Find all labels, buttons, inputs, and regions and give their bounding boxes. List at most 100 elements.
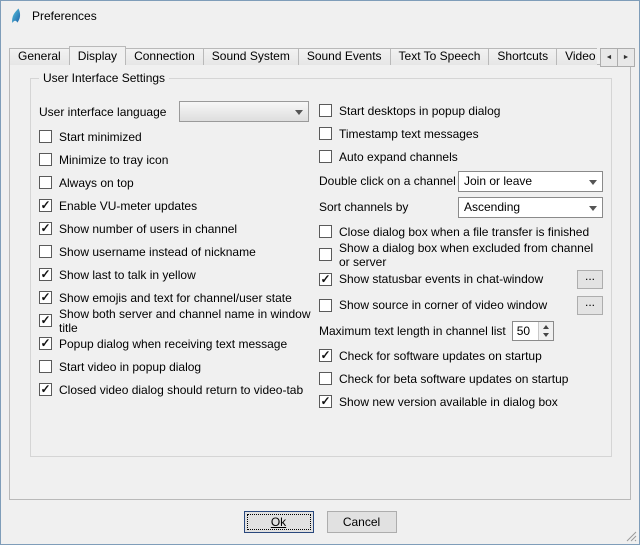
language-select[interactable] (179, 101, 309, 122)
checkbox-label: Show a dialog box when excluded from cha… (339, 241, 603, 269)
tab-shortcuts[interactable]: Shortcuts (488, 48, 557, 65)
user-interface-settings-group: User Interface Settings User interface l… (30, 78, 612, 457)
statusbar-events-browse-button[interactable]: ... (577, 270, 603, 289)
resize-grip[interactable] (625, 530, 638, 543)
sort-channels-select[interactable]: Ascending (458, 197, 603, 218)
checkbox-enable-vu-meter[interactable]: Enable VU-meter updates (39, 194, 311, 217)
checkbox-box (319, 349, 332, 362)
checkbox-box (39, 222, 52, 235)
checkbox-always-on-top[interactable]: Always on top (39, 171, 311, 194)
chevron-down-icon (589, 206, 597, 215)
cancel-button-label: Cancel (343, 515, 380, 529)
tab-display[interactable]: Display (69, 46, 126, 65)
tab-scroll-control: ◄ ► (601, 48, 635, 67)
checkbox-box (319, 150, 332, 163)
checkbox-label: Start desktops in popup dialog (339, 104, 500, 118)
title-bar: Preferences (1, 1, 639, 31)
checkbox-start-desktops-in-popup[interactable]: Start desktops in popup dialog (319, 99, 603, 122)
spinner-up-icon (543, 322, 549, 329)
tab-bar: General Display Connection Sound System … (9, 46, 597, 65)
checkbox-timestamp-text-messages[interactable]: Timestamp text messages (319, 122, 603, 145)
spinner-buttons (538, 322, 553, 340)
checkbox-box (39, 291, 52, 304)
checkbox-check-beta-updates[interactable]: Check for beta software updates on start… (319, 367, 603, 390)
checkbox-box (39, 337, 52, 350)
checkbox-label: Show last to talk in yellow (59, 268, 196, 282)
checkbox-start-video-in-popup[interactable]: Start video in popup dialog (39, 355, 311, 378)
tab-sound-events[interactable]: Sound Events (298, 48, 391, 65)
checkbox-box (319, 225, 332, 238)
checkbox-label: Popup dialog when receiving text message (59, 337, 287, 351)
spinner-down-icon (543, 333, 549, 340)
checkbox-auto-expand-channels[interactable]: Auto expand channels (319, 145, 603, 168)
checkbox-check-software-updates[interactable]: Check for software updates on startup (319, 344, 603, 367)
max-text-length-spinner[interactable]: 50 (512, 321, 554, 341)
checkbox-label: Show new version available in dialog box (339, 395, 558, 409)
app-icon (9, 8, 25, 24)
max-text-length-value: 50 (513, 322, 538, 340)
double-click-channel-value: Join or leave (464, 174, 532, 188)
checkbox-label: Show emojis and text for channel/user st… (59, 291, 292, 305)
checkbox-closed-video-return-video-tab[interactable]: Closed video dialog should return to vid… (39, 378, 311, 401)
checkbox-box (39, 153, 52, 166)
checkbox-box (319, 372, 332, 385)
display-tab-page: User Interface Settings User interface l… (9, 64, 631, 500)
sort-channels-row: Sort channels by Ascending (319, 194, 603, 220)
checkbox-label: Show statusbar events in chat-window (339, 272, 543, 286)
checkbox-show-new-version-dialog[interactable]: Show new version available in dialog box (319, 390, 603, 413)
checkbox-show-username-instead-nickname[interactable]: Show username instead of nickname (39, 240, 311, 263)
checkbox-show-last-to-talk[interactable]: Show last to talk in yellow (39, 263, 311, 286)
checkbox-start-minimized[interactable]: Start minimized (39, 125, 311, 148)
right-column: Start desktops in popup dialog Timestamp… (319, 99, 603, 413)
tab-connection[interactable]: Connection (125, 48, 204, 65)
checkbox-label: Always on top (59, 176, 134, 190)
tab-general[interactable]: General (9, 48, 70, 65)
spinner-down-button[interactable] (539, 331, 553, 340)
checkbox-show-number-of-users[interactable]: Show number of users in channel (39, 217, 311, 240)
video-source-row: Show source in corner of video window ..… (319, 292, 603, 318)
checkbox-statusbar-events[interactable]: Show statusbar events in chat-window (319, 272, 543, 286)
checkbox-label: Show both server and channel name in win… (59, 307, 311, 335)
cancel-button[interactable]: Cancel (327, 511, 397, 533)
tab-scroll-right-button[interactable]: ► (617, 48, 635, 67)
checkbox-label: Auto expand channels (339, 150, 458, 164)
checkbox-box (319, 273, 332, 286)
checkbox-label: Show username instead of nickname (59, 245, 256, 259)
tab-scroll-left-button[interactable]: ◄ (600, 48, 618, 67)
checkbox-box (319, 104, 332, 117)
checkbox-box (39, 199, 52, 212)
checkbox-box (39, 314, 52, 327)
group-title: User Interface Settings (39, 71, 169, 85)
checkbox-label: Show source in corner of video window (339, 298, 547, 312)
double-click-channel-select[interactable]: Join or leave (458, 171, 603, 192)
checkbox-box (39, 176, 52, 189)
language-label: User interface language (39, 105, 179, 119)
checkbox-box (319, 299, 332, 312)
window-title: Preferences (32, 9, 97, 23)
max-text-length-row: Maximum text length in channel list 50 (319, 318, 603, 344)
chevron-down-icon (589, 180, 597, 189)
checkbox-minimize-to-tray[interactable]: Minimize to tray icon (39, 148, 311, 171)
tab-sound-system[interactable]: Sound System (203, 48, 299, 65)
checkbox-popup-dialog-text-message[interactable]: Popup dialog when receiving text message (39, 332, 311, 355)
checkbox-show-dialog-when-excluded[interactable]: Show a dialog box when excluded from cha… (319, 243, 603, 266)
video-source-browse-button[interactable]: ... (577, 296, 603, 315)
tab-text-to-speech[interactable]: Text To Speech (390, 48, 490, 65)
checkbox-show-source-video-window[interactable]: Show source in corner of video window (319, 298, 547, 312)
checkbox-show-server-and-channel-in-title[interactable]: Show both server and channel name in win… (39, 309, 311, 332)
tab-video[interactable]: Video (556, 48, 597, 65)
ok-button-label: Ok (271, 515, 286, 529)
checkbox-label: Close dialog box when a file transfer is… (339, 225, 589, 239)
checkbox-label: Show number of users in channel (59, 222, 237, 236)
checkbox-box (319, 395, 332, 408)
sort-channels-label: Sort channels by (319, 200, 408, 214)
checkbox-label: Minimize to tray icon (59, 153, 168, 167)
sort-channels-value: Ascending (464, 200, 520, 214)
checkbox-box (39, 130, 52, 143)
ok-button[interactable]: Ok (244, 511, 314, 533)
double-click-channel-row: Double click on a channel Join or leave (319, 168, 603, 194)
max-text-length-label: Maximum text length in channel list (319, 324, 506, 338)
checkbox-box (319, 127, 332, 140)
spinner-up-button[interactable] (539, 322, 553, 331)
left-column: User interface language Start minimized … (39, 99, 311, 413)
